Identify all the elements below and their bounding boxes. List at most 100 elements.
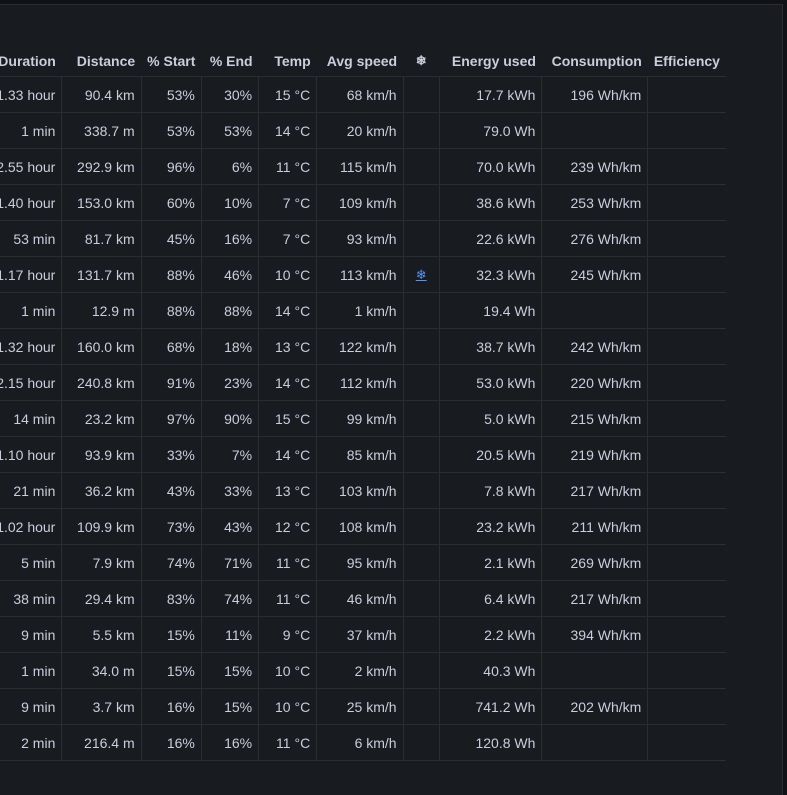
cell-start-soc: 43%	[141, 472, 202, 509]
cell-consumption	[541, 292, 649, 329]
cell-start-soc: 96%	[141, 148, 202, 185]
cell-duration: 2 min	[0, 724, 63, 761]
table-row[interactable]: 2 min 216.4 m 16% 16% 11 °C 6 km/h 120.8 Wh	[0, 724, 726, 761]
cell-avg-speed: 2 km/h	[316, 652, 404, 689]
cell-end-soc: 30%	[201, 76, 260, 113]
table-row[interactable]: 9 min 5.5 km 15% 11% 9 °C 37 km/h 2.2 kWh 394 W…	[0, 616, 726, 653]
column-header-temp[interactable]: Temp	[258, 46, 317, 77]
column-header-efficiency[interactable]: Efficiency	[647, 46, 726, 77]
table-row[interactable]: 1.40 hour 153.0 km 60% 10% 7 °C 109 km/h 38.6 …	[0, 184, 726, 221]
cell-consumption: 253 Wh/km	[541, 184, 649, 221]
table-row[interactable]: 21 min 36.2 km 43% 33% 13 °C 103 km/h 7.8 kWh 2…	[0, 472, 726, 509]
cell-end-soc: 71%	[201, 544, 260, 581]
table-row[interactable]: 1.17 hour 131.7 km 88% 46% 10 °C 113 km/h ❄ 32.…	[0, 256, 726, 293]
cell-avg-speed: 37 km/h	[316, 616, 404, 653]
table-row[interactable]: 1.33 hour 90.4 km 53% 30% 15 °C 68 km/h 17.7 k…	[0, 76, 726, 113]
cell-duration: 1 min	[0, 292, 63, 329]
column-header-end-soc[interactable]: % End	[201, 46, 259, 77]
snowflake-icon[interactable]: ❄	[416, 267, 427, 282]
cell-end-soc: 15%	[201, 652, 260, 689]
cell-consumption: 245 Wh/km	[541, 256, 649, 293]
cell-climate	[403, 76, 440, 113]
cell-distance: 7.9 km	[61, 544, 142, 581]
cell-duration: 14 min	[0, 400, 63, 437]
cell-efficiency	[647, 328, 726, 365]
cell-efficiency	[647, 400, 726, 437]
cell-distance: 109.9 km	[61, 508, 142, 545]
cell-end-soc: 43%	[201, 508, 260, 545]
cell-energy-used: 7.8 kWh	[439, 472, 543, 509]
table-row[interactable]: 2.15 hour 240.8 km 91% 23% 14 °C 112 km/h 53.0…	[0, 364, 726, 401]
cell-efficiency	[647, 256, 726, 293]
cell-duration: 5 min	[0, 544, 63, 581]
cell-avg-speed: 68 km/h	[316, 76, 404, 113]
table-row[interactable]: 38 min 29.4 km 83% 74% 11 °C 46 km/h 6.4 kWh 21…	[0, 580, 726, 617]
cell-energy-used: 79.0 Wh	[439, 112, 543, 149]
cell-duration: 53 min	[0, 220, 63, 257]
cell-avg-speed: 122 km/h	[316, 328, 404, 365]
cell-distance: 90.4 km	[61, 76, 142, 113]
cell-climate	[403, 724, 440, 761]
cell-end-soc: 16%	[201, 220, 260, 257]
cell-distance: 160.0 km	[61, 328, 142, 365]
cell-distance: 216.4 m	[61, 724, 142, 761]
cell-start-soc: 88%	[141, 256, 202, 293]
cell-duration: 2.55 hour	[0, 148, 63, 185]
table-row[interactable]: 1.02 hour 109.9 km 73% 43% 12 °C 108 km/h 23.2…	[0, 508, 726, 545]
cell-avg-speed: 6 km/h	[316, 724, 404, 761]
cell-energy-used: 38.7 kWh	[439, 328, 543, 365]
cell-climate	[403, 688, 440, 725]
cell-temp: 7 °C	[258, 184, 318, 221]
cell-energy-used: 741.2 Wh	[439, 688, 543, 725]
column-header-duration[interactable]: Duration	[0, 46, 62, 77]
column-header-consumption[interactable]: Consumption	[541, 46, 648, 77]
cell-temp: 10 °C	[258, 652, 318, 689]
table-row[interactable]: 1.32 hour 160.0 km 68% 18% 13 °C 122 km/h 38.7…	[0, 328, 726, 365]
cell-climate	[403, 112, 440, 149]
column-header-climate[interactable]: ❄	[403, 46, 440, 77]
cell-consumption: 217 Wh/km	[541, 580, 649, 617]
cell-climate	[403, 220, 440, 257]
column-header-avg-speed[interactable]: Avg speed	[316, 46, 404, 77]
cell-start-soc: 68%	[141, 328, 202, 365]
cell-temp: 14 °C	[258, 436, 318, 473]
cell-climate	[403, 292, 440, 329]
cell-climate	[403, 436, 440, 473]
cell-energy-used: 17.7 kWh	[439, 76, 543, 113]
cell-energy-used: 120.8 Wh	[439, 724, 543, 761]
table-row[interactable]: 9 min 3.7 km 16% 15% 10 °C 25 km/h 741.2 Wh 202…	[0, 688, 726, 725]
cell-duration: 1.02 hour	[0, 508, 63, 545]
column-header-start-soc[interactable]: % Start	[141, 46, 202, 77]
cell-distance: 292.9 km	[61, 148, 142, 185]
cell-start-soc: 91%	[141, 364, 202, 401]
cell-duration: 9 min	[0, 616, 63, 653]
cell-duration: 1.32 hour	[0, 328, 63, 365]
cell-consumption: 217 Wh/km	[541, 472, 649, 509]
cell-avg-speed: 20 km/h	[316, 112, 404, 149]
cell-end-soc: 15%	[201, 688, 260, 725]
cell-energy-used: 22.6 kWh	[439, 220, 543, 257]
table-row[interactable]: 53 min 81.7 km 45% 16% 7 °C 93 km/h 22.6 kWh 27…	[0, 220, 726, 257]
cell-energy-used: 23.2 kWh	[439, 508, 543, 545]
cell-end-soc: 74%	[201, 580, 260, 617]
table-row[interactable]: 2.55 hour 292.9 km 96% 6% 11 °C 115 km/h 70.0 …	[0, 148, 726, 185]
table-row[interactable]: 1.10 hour 93.9 km 33% 7% 14 °C 85 km/h 20.5 kW…	[0, 436, 726, 473]
cell-distance: 240.8 km	[61, 364, 142, 401]
table-row[interactable]: 1 min 34.0 m 15% 15% 10 °C 2 km/h 40.3 Wh	[0, 652, 726, 689]
cell-temp: 14 °C	[258, 112, 318, 149]
cell-efficiency	[647, 148, 726, 185]
column-header-energy-used[interactable]: Energy used	[439, 46, 542, 77]
cell-duration: 1 min	[0, 652, 63, 689]
cell-start-soc: 97%	[141, 400, 202, 437]
cell-distance: 36.2 km	[61, 472, 142, 509]
table-row[interactable]: 1 min 338.7 m 53% 53% 14 °C 20 km/h 79.0 Wh	[0, 112, 726, 149]
column-header-distance[interactable]: Distance	[61, 46, 142, 77]
cell-climate	[403, 472, 440, 509]
cell-avg-speed: 95 km/h	[316, 544, 404, 581]
cell-efficiency	[647, 616, 726, 653]
table-row[interactable]: 14 min 23.2 km 97% 90% 15 °C 99 km/h 5.0 kWh 21…	[0, 400, 726, 437]
drives-table: Duration Distance% Start% End Temp Avg spee…	[0, 46, 726, 761]
cell-climate	[403, 580, 440, 617]
table-row[interactable]: 5 min 7.9 km 74% 71% 11 °C 95 km/h 2.1 kWh 269 …	[0, 544, 726, 581]
table-row[interactable]: 1 min 12.9 m 88% 88% 14 °C 1 km/h 19.4 Wh	[0, 292, 726, 329]
